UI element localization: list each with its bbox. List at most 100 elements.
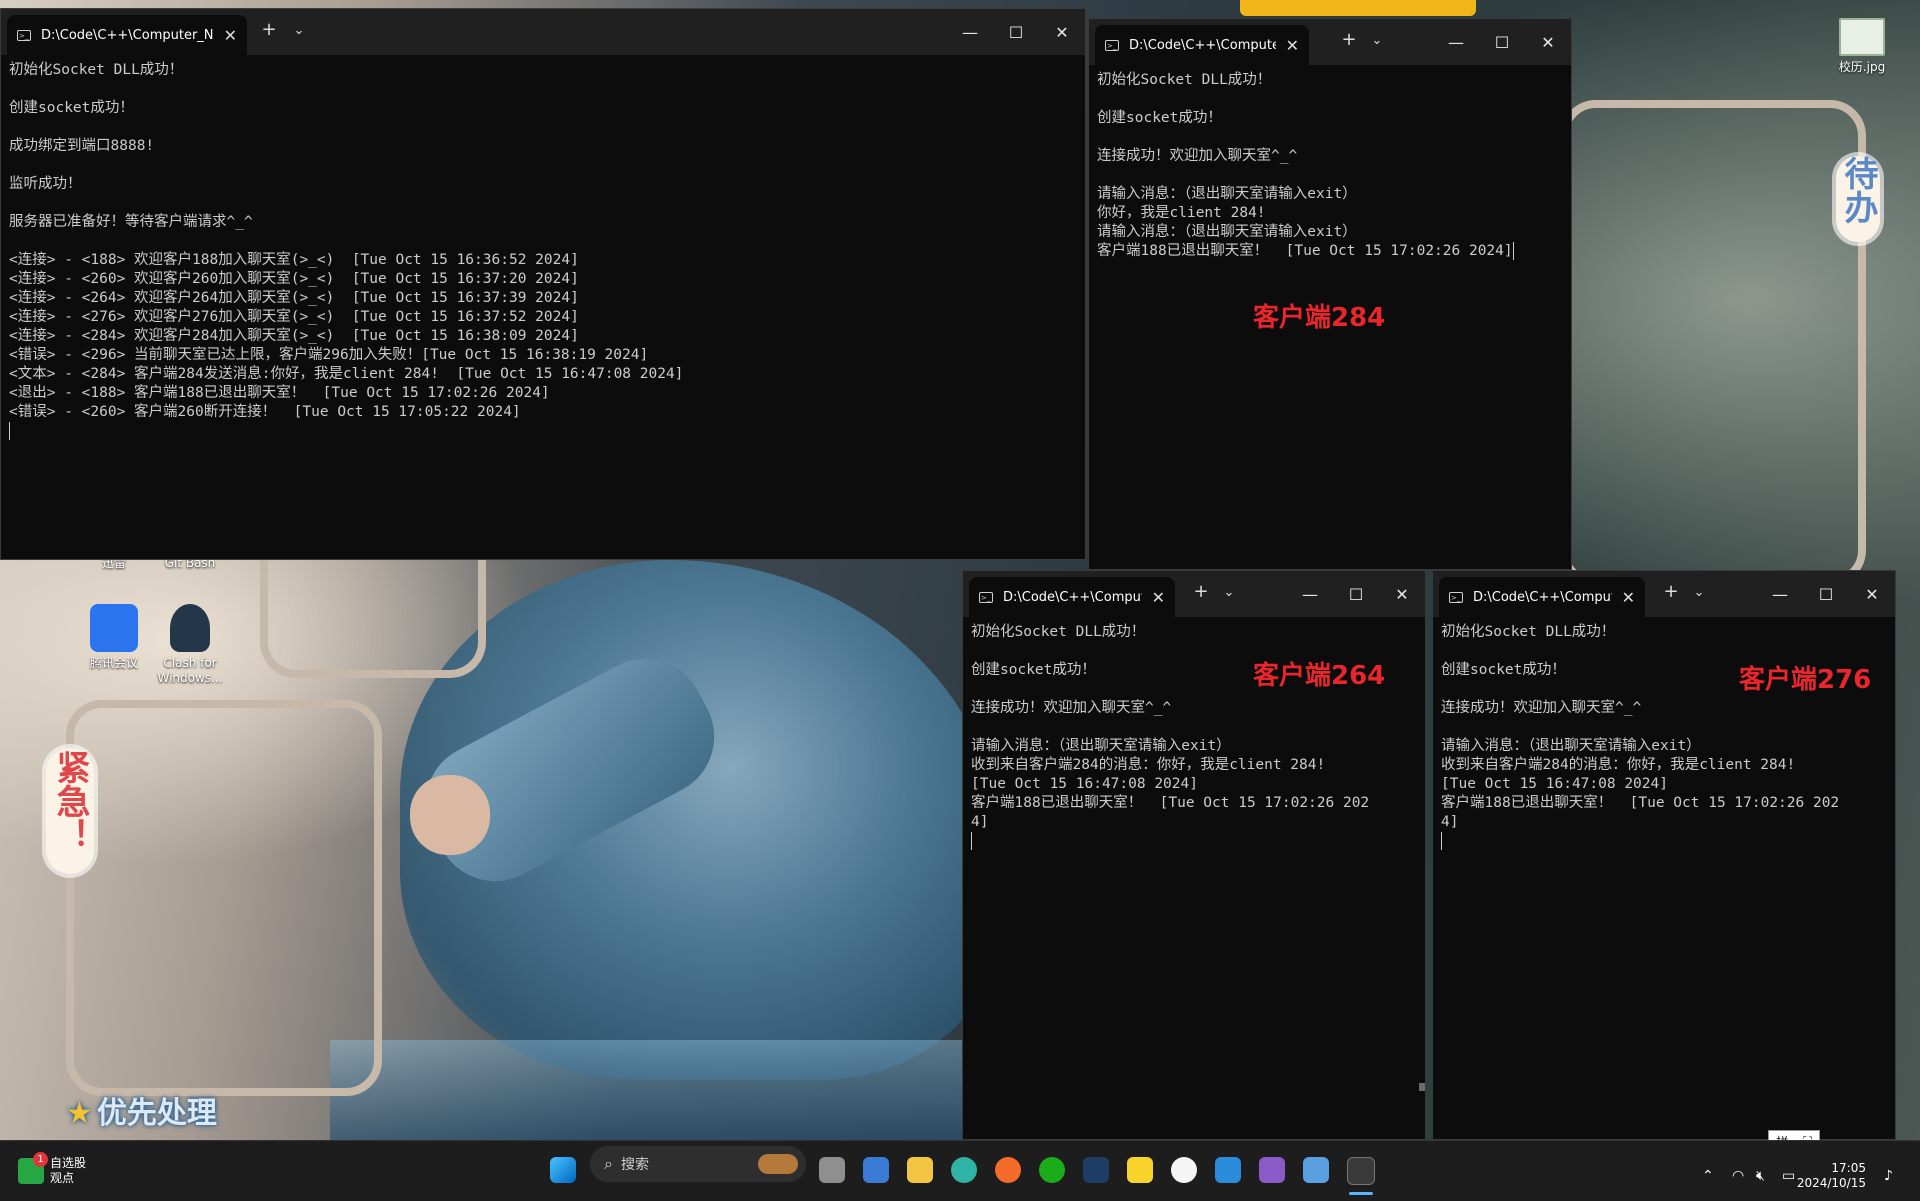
start-button[interactable]: [550, 1157, 576, 1183]
close-tab-icon[interactable]: ✕: [1286, 36, 1299, 55]
wallpaper-frame-left: [66, 700, 382, 1096]
line: 创建socket成功！: [9, 100, 134, 116]
window-controls: — ☐ ✕: [1757, 571, 1895, 617]
terminal-icon: >_: [979, 591, 993, 603]
log-line: <错误> - <296> 当前聊天室已达上限，客户端296加入失败！[Tue O…: [9, 347, 649, 363]
text-cursor: [1512, 242, 1514, 260]
volume-muted-icon[interactable]: 🔇︎: [1756, 1168, 1765, 1184]
desktop-icon-clash[interactable]: Clash for Windows...: [150, 604, 230, 686]
minimize-button[interactable]: —: [947, 23, 993, 42]
search-placeholder: 搜索: [620, 1157, 649, 1173]
chevron-up-icon[interactable]: ⌃: [1702, 1168, 1714, 1184]
maximize-button[interactable]: ☐: [1479, 33, 1525, 52]
window-controls: — ☐ ✕: [947, 9, 1085, 55]
log-line: <连接> - <284> 欢迎客户284加入聊天室(>_<) [Tue Oct …: [9, 328, 579, 344]
tab-title: D:\Code\C++\Compute: [1473, 589, 1612, 605]
line: 成功绑定到端口8888!: [9, 138, 155, 154]
maximize-button[interactable]: ☐: [1333, 585, 1379, 604]
title-bar[interactable]: >_ D:\Code\C++\Compute ✕ + ⌄ — ☐ ✕: [1433, 571, 1895, 617]
terminal-window-client-284[interactable]: >_ D:\Code\C++\Computer_N ✕ + ⌄ — ☐ ✕ 初始…: [1088, 18, 1572, 570]
title-bar[interactable]: >_ D:\Code\C++\Compute ✕ + ⌄ — ☐ ✕: [963, 571, 1425, 617]
tab-server[interactable]: >_ D:\Code\C++\Computer_Netw ✕: [7, 15, 247, 55]
close-button[interactable]: ✕: [1379, 585, 1425, 604]
tab-client-276[interactable]: >_ D:\Code\C++\Compute ✕: [1439, 577, 1645, 617]
line: 请输入消息：（退出聊天室请输入exit）: [1441, 738, 1701, 754]
tab-client-284[interactable]: >_ D:\Code\C++\Computer_N ✕: [1095, 25, 1309, 65]
maximize-button[interactable]: ☐: [993, 23, 1039, 42]
clock-date: 2024/10/15: [1796, 1176, 1866, 1190]
terminal-output-client-264[interactable]: 初始化Socket DLL成功！ 创建socket成功！ 连接成功！欢迎加入聊天…: [963, 617, 1425, 857]
new-tab-button[interactable]: +: [1657, 581, 1685, 602]
line: 连接成功！欢迎加入聊天室^_^: [1097, 148, 1298, 164]
log-line: <连接> - <188> 欢迎客户188加入聊天室(>_<) [Tue Oct …: [9, 252, 579, 268]
new-tab-button[interactable]: +: [255, 19, 283, 40]
terminal-taskbar-icon[interactable]: [1347, 1157, 1375, 1185]
task-view-icon[interactable]: [819, 1157, 845, 1183]
terminal-window-client-264[interactable]: >_ D:\Code\C++\Compute ✕ + ⌄ — ☐ ✕ 初始化So…: [962, 570, 1426, 1140]
terminal-output-client-276[interactable]: 初始化Socket DLL成功！ 创建socket成功！ 连接成功！欢迎加入聊天…: [1433, 617, 1895, 857]
close-tab-icon[interactable]: ✕: [1622, 588, 1635, 607]
tab-title: D:\Code\C++\Computer_N: [1129, 37, 1276, 53]
file-explorer-icon[interactable]: [907, 1157, 933, 1183]
sticky-notes-icon[interactable]: [1127, 1157, 1153, 1183]
text-cursor: [1441, 832, 1442, 850]
clock[interactable]: 17:05 2024/10/15: [1797, 1161, 1866, 1191]
minimize-button[interactable]: —: [1287, 585, 1333, 604]
close-button[interactable]: ✕: [1039, 23, 1085, 42]
desktop-icon-tencent-meeting[interactable]: 腾讯会议: [74, 604, 154, 671]
qq-icon[interactable]: [1171, 1157, 1197, 1183]
close-button[interactable]: ✕: [1849, 585, 1895, 604]
search-input[interactable]: ⌕ 搜索: [590, 1146, 806, 1182]
edge-icon[interactable]: [951, 1157, 977, 1183]
line: 客户端188已退出聊天室！ [Tue Oct 15 17:02:26 2024]: [1097, 243, 1513, 259]
line: 请输入消息：（退出聊天室请输入exit）: [971, 738, 1231, 754]
maximize-button[interactable]: ☐: [1803, 585, 1849, 604]
line: 客户端188已退出聊天室！ [Tue Oct 15 17:02:26 202: [971, 795, 1370, 811]
scrollbar-thumb[interactable]: [1419, 1083, 1425, 1091]
title-bar[interactable]: >_ D:\Code\C++\Computer_N ✕ + ⌄ — ☐ ✕: [1089, 19, 1571, 65]
new-tab-button[interactable]: +: [1335, 29, 1363, 50]
clash-icon[interactable]: [1083, 1157, 1109, 1183]
chevron-down-icon[interactable]: ⌄: [1363, 33, 1391, 48]
chevron-down-icon[interactable]: ⌄: [1685, 585, 1713, 600]
terminal-window-server[interactable]: >_ D:\Code\C++\Computer_Netw ✕ + ⌄ — ☐ ✕…: [0, 8, 1086, 560]
line: [Tue Oct 15 16:47:08 2024]: [971, 776, 1198, 792]
wallpaper-fist: [410, 775, 490, 855]
visual-studio-icon[interactable]: [1259, 1157, 1285, 1183]
battery-icon[interactable]: ▭: [1782, 1168, 1795, 1184]
background-window-edge: [1240, 0, 1476, 16]
tab-title: D:\Code\C++\Computer_Netw: [41, 27, 214, 43]
terminal-icon: >_: [1105, 39, 1119, 51]
notification-bell-icon[interactable]: ♪: [1884, 1168, 1893, 1184]
chevron-down-icon[interactable]: ⌄: [285, 23, 313, 38]
log-line: <连接> - <264> 欢迎客户264加入聊天室(>_<) [Tue Oct …: [9, 290, 579, 306]
close-tab-icon[interactable]: ✕: [1152, 588, 1165, 607]
desktop-icon-calendar-jpg[interactable]: 校历.jpg: [1822, 18, 1902, 75]
wifi-icon[interactable]: ◠: [1732, 1168, 1744, 1184]
terminal-output-client-284[interactable]: 初始化Socket DLL成功！ 创建socket成功！ 连接成功！欢迎加入聊天…: [1089, 65, 1571, 267]
notification-badge: 1: [33, 1152, 48, 1167]
terminal-window-client-276[interactable]: >_ D:\Code\C++\Compute ✕ + ⌄ — ☐ ✕ 初始化So…: [1432, 570, 1896, 1140]
chevron-down-icon[interactable]: ⌄: [1215, 585, 1243, 600]
widgets-button[interactable]: 1 自选股 观点: [18, 1152, 86, 1186]
store-icon[interactable]: [863, 1157, 889, 1183]
vscode-like-icon[interactable]: [1215, 1157, 1241, 1183]
firefox-icon[interactable]: [995, 1157, 1021, 1183]
close-tab-icon[interactable]: ✕: [224, 26, 237, 45]
line: 初始化Socket DLL成功！: [971, 624, 1146, 640]
terminal-output-server[interactable]: 初始化Socket DLL成功！ 创建socket成功！ 成功绑定到端口8888…: [1, 55, 1085, 447]
app-window-icon[interactable]: [1303, 1157, 1329, 1183]
wechat-icon[interactable]: [1039, 1157, 1065, 1183]
minimize-button[interactable]: —: [1757, 585, 1803, 604]
line: 连接成功！欢迎加入聊天室^_^: [1441, 700, 1642, 716]
wallpaper-desk: [330, 1040, 980, 1140]
line: 初始化Socket DLL成功！: [9, 62, 184, 78]
line: 4]: [971, 814, 989, 830]
close-button[interactable]: ✕: [1525, 33, 1571, 52]
search-highlight-image: [758, 1154, 798, 1174]
new-tab-button[interactable]: +: [1187, 581, 1215, 602]
tab-client-264[interactable]: >_ D:\Code\C++\Compute ✕: [969, 577, 1175, 617]
title-bar[interactable]: >_ D:\Code\C++\Computer_Netw ✕ + ⌄ — ☐ ✕: [1, 9, 1085, 55]
minimize-button[interactable]: —: [1433, 33, 1479, 52]
widget-subtitle: 观点: [50, 1171, 75, 1185]
